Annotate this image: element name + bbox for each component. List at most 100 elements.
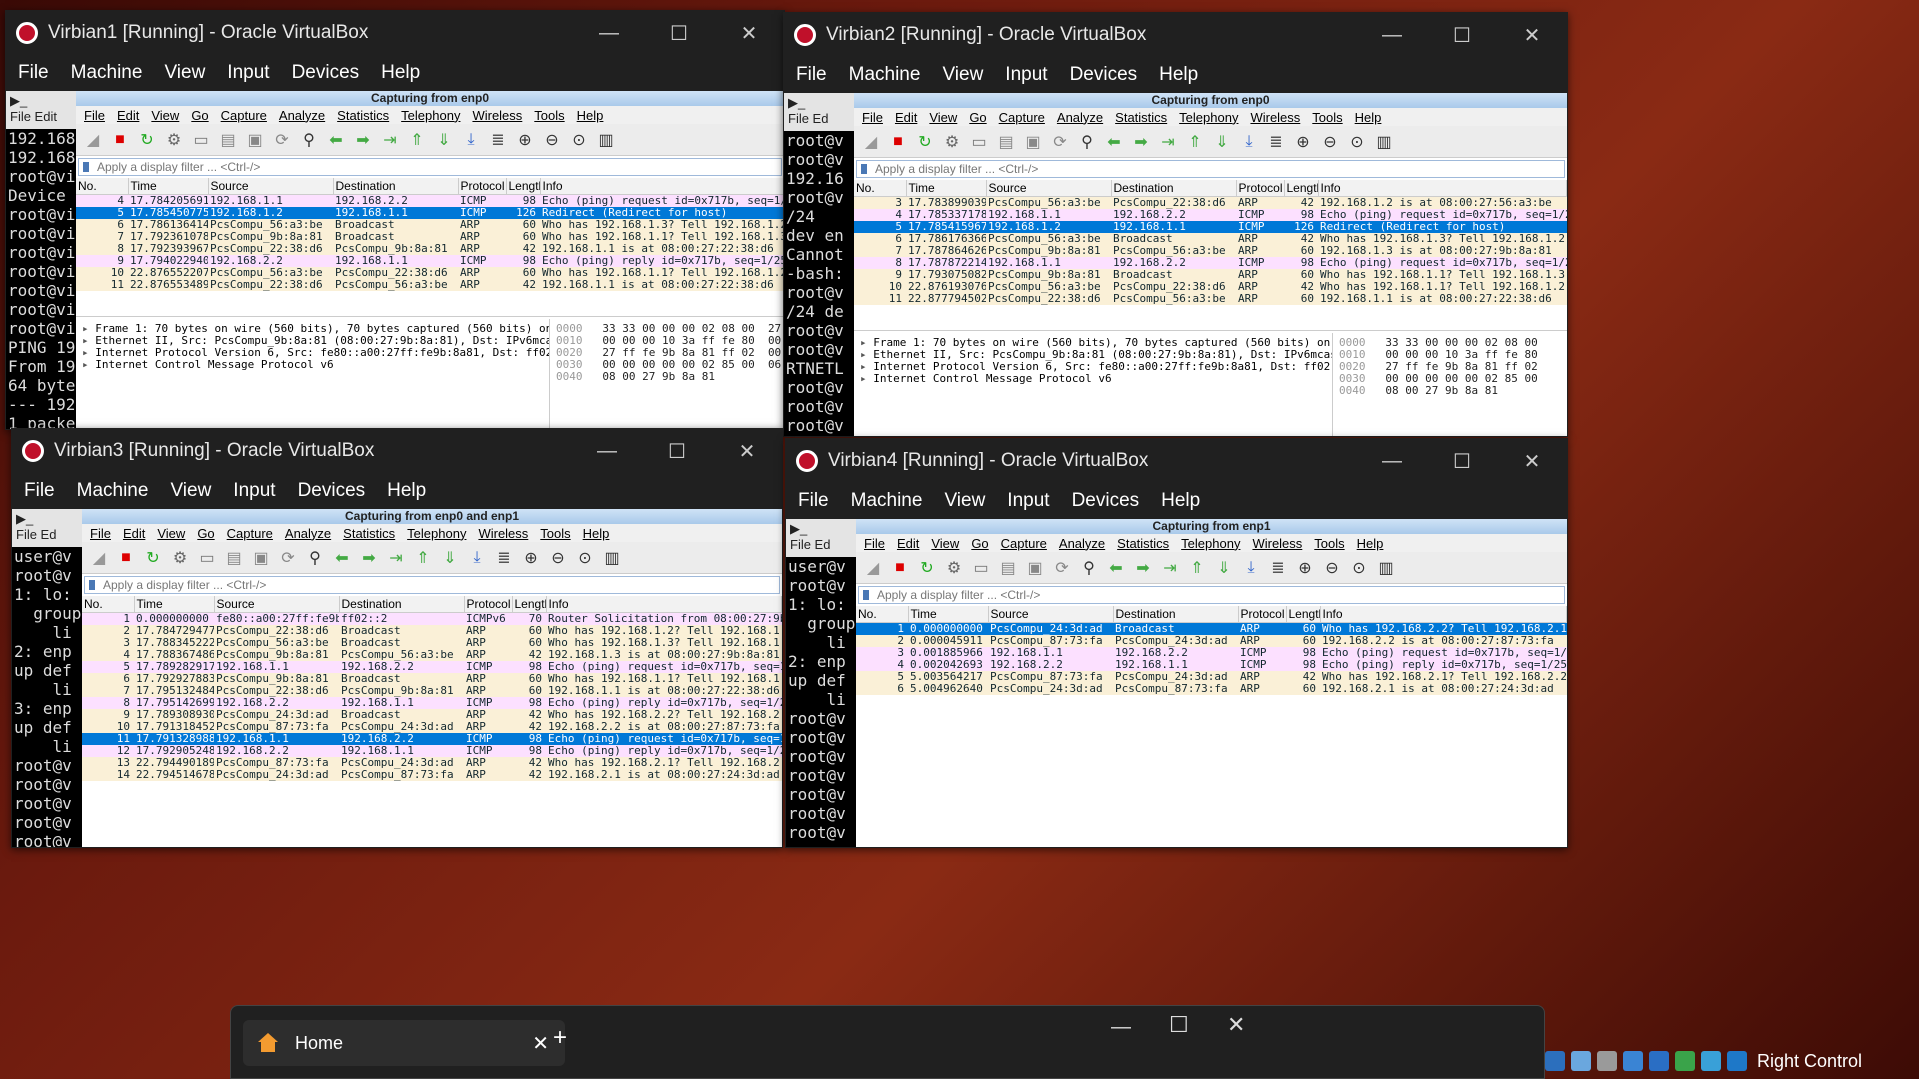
last-icon[interactable]: ⇓ xyxy=(1211,131,1233,153)
ws-menu-help[interactable]: Help xyxy=(577,108,604,123)
packet-row[interactable]: 6 17.786176366 PcsCompu_56:a3:be Broadcast A… xyxy=(854,232,1567,245)
menu-item-machine[interactable]: Machine xyxy=(77,480,149,502)
minimize-icon[interactable]: — xyxy=(572,429,642,473)
packet-row[interactable]: 2 0.000045911 PcsCompu_87:73:fa PcsCompu_24… xyxy=(856,634,1567,647)
resize-columns-icon[interactable]: ▥ xyxy=(1375,557,1397,579)
close-icon[interactable]: ✕ xyxy=(1227,1012,1245,1038)
ws-menu-go[interactable]: Go xyxy=(971,536,988,551)
minimize-icon[interactable]: — xyxy=(1357,439,1427,483)
shark-fin-icon[interactable]: ◢ xyxy=(862,557,884,579)
forward-icon[interactable]: ➡ xyxy=(1132,557,1154,579)
close-file-icon[interactable]: ▣ xyxy=(1022,131,1044,153)
colorize-icon[interactable]: ≣ xyxy=(487,129,509,151)
first-icon[interactable]: ⇑ xyxy=(1184,131,1206,153)
maximize-icon[interactable]: ☐ xyxy=(1427,13,1497,57)
find-icon[interactable]: ⚲ xyxy=(304,547,326,569)
column-header[interactable]: Time xyxy=(908,606,989,623)
ws-menu-capture[interactable]: Capture xyxy=(221,108,267,123)
goto-icon[interactable]: ⇥ xyxy=(1159,557,1181,579)
packet-row[interactable]: 12 17.792905248 192.168.2.2 192.168.1.1 ICMP… xyxy=(82,744,782,757)
menu-item-view[interactable]: View xyxy=(164,62,205,84)
display-filter-input[interactable]: Apply a display filter ... <Ctrl-/> xyxy=(858,586,1565,604)
packet-row[interactable]: 3 17.788345222 PcsCompu_56:a3:be Broadcast A… xyxy=(82,636,782,649)
reload-icon[interactable]: ⟳ xyxy=(1049,131,1071,153)
menu-item-view[interactable]: View xyxy=(944,490,985,512)
resize-columns-icon[interactable]: ▥ xyxy=(1373,131,1395,153)
ws-menu-view[interactable]: View xyxy=(931,536,959,551)
column-header[interactable]: Source xyxy=(208,178,334,195)
usb-icon[interactable] xyxy=(1571,1051,1591,1071)
ws-menu-telephony[interactable]: Telephony xyxy=(401,108,460,123)
packet-row[interactable]: 11 22.877794502 PcsCompu_22:38:d6 PcsCompu_… xyxy=(854,292,1567,305)
autoscroll-icon[interactable]: ⤓ xyxy=(1238,131,1260,153)
zoom-out-icon[interactable]: ⊖ xyxy=(1321,557,1343,579)
goto-icon[interactable]: ⇥ xyxy=(385,547,407,569)
ws-menu-tools[interactable]: Tools xyxy=(1314,536,1344,551)
column-header[interactable]: Protocol xyxy=(458,178,507,195)
column-header[interactable]: Length xyxy=(506,178,541,195)
menu-item-machine[interactable]: Machine xyxy=(71,62,143,84)
stop-icon[interactable]: ■ xyxy=(887,131,909,153)
packet-row[interactable]: 8 17.792393967 PcsCompu_22:38:d6 PcsCompu_9… xyxy=(76,242,784,255)
packet-row[interactable]: 6 17.786136414 PcsCompu_56:a3:be Broadcast A… xyxy=(76,218,784,231)
column-header[interactable]: Destination xyxy=(339,596,465,613)
ws-menu-statistics[interactable]: Statistics xyxy=(1115,110,1167,125)
ws-menu-edit[interactable]: Edit xyxy=(117,108,139,123)
options-icon[interactable]: ⚙ xyxy=(169,547,191,569)
packet-row[interactable]: 4 17.788367486 PcsCompu_9b:8a:81 PcsCompu_5… xyxy=(82,648,782,661)
packet-row[interactable]: 2 17.784729477 PcsCompu_22:38:d6 Broadcast A… xyxy=(82,624,782,637)
shark-fin-icon[interactable]: ◢ xyxy=(860,131,882,153)
ws-menu-analyze[interactable]: Analyze xyxy=(1059,536,1105,551)
open-icon[interactable]: ▭ xyxy=(968,131,990,153)
forward-icon[interactable]: ➡ xyxy=(1130,131,1152,153)
network-icon[interactable] xyxy=(1545,1051,1565,1071)
restart-icon[interactable]: ↻ xyxy=(914,131,936,153)
options-icon[interactable]: ⚙ xyxy=(943,557,965,579)
zoom-out-icon[interactable]: ⊖ xyxy=(1319,131,1341,153)
packet-row[interactable]: 10 17.791318452 PcsCompu_87:73:fa PcsCompu_… xyxy=(82,720,782,733)
tree-item[interactable]: Internet Control Message Protocol v6 xyxy=(860,373,1332,385)
maximize-icon[interactable]: ☐ xyxy=(1169,1012,1189,1038)
ws-menu-statistics[interactable]: Statistics xyxy=(343,526,395,541)
column-header[interactable]: Source xyxy=(214,596,340,613)
column-header[interactable]: Source xyxy=(988,606,1114,623)
packet-row[interactable]: 4 17.785337178 192.168.1.1 192.168.2.2 ICMP 9… xyxy=(854,208,1567,221)
menu-item-help[interactable]: Help xyxy=(387,480,426,502)
back-icon[interactable]: ⬅ xyxy=(1105,557,1127,579)
menu-item-devices[interactable]: Devices xyxy=(1072,490,1140,512)
column-header[interactable]: Info xyxy=(546,596,782,613)
menu-item-machine[interactable]: Machine xyxy=(849,64,921,86)
menu-item-input[interactable]: Input xyxy=(233,480,275,502)
packet-row[interactable]: 7 17.792361078 PcsCompu_9b:8a:81 Broadcast A… xyxy=(76,230,784,243)
restart-icon[interactable]: ↻ xyxy=(142,547,164,569)
ws-menu-help[interactable]: Help xyxy=(1357,536,1384,551)
packet-row[interactable]: 5 17.789282917 192.168.1.1 192.168.2.2 ICMP 9… xyxy=(82,660,782,673)
new-tab-button[interactable]: + xyxy=(553,1024,567,1052)
packet-row[interactable]: 14 22.794514678 PcsCompu_24:3d:ad PcsCompu_… xyxy=(82,768,782,781)
colorize-icon[interactable]: ≣ xyxy=(493,547,515,569)
shark-fin-icon[interactable]: ◢ xyxy=(82,129,104,151)
close-icon[interactable]: ✕ xyxy=(712,429,782,473)
back-icon[interactable]: ⬅ xyxy=(331,547,353,569)
zoom-reset-icon[interactable]: ⊙ xyxy=(1348,557,1370,579)
menu-item-help[interactable]: Help xyxy=(1159,64,1198,86)
menu-item-input[interactable]: Input xyxy=(1005,64,1047,86)
packet-row[interactable]: 10 22.876193076 PcsCompu_56:a3:be PcsCompu_… xyxy=(854,280,1567,293)
save-icon[interactable]: ▤ xyxy=(217,129,239,151)
column-header[interactable]: Destination xyxy=(1113,606,1239,623)
ws-menu-telephony[interactable]: Telephony xyxy=(1181,536,1240,551)
last-icon[interactable]: ⇓ xyxy=(439,547,461,569)
menu-item-devices[interactable]: Devices xyxy=(292,62,360,84)
screen-icon[interactable] xyxy=(1649,1051,1669,1071)
ws-menu-telephony[interactable]: Telephony xyxy=(407,526,466,541)
ws-menu-wireless[interactable]: Wireless xyxy=(1250,110,1300,125)
zoom-out-icon[interactable]: ⊖ xyxy=(547,547,569,569)
options-icon[interactable]: ⚙ xyxy=(941,131,963,153)
minimize-icon[interactable]: — xyxy=(574,11,644,55)
last-icon[interactable]: ⇓ xyxy=(433,129,455,151)
column-header[interactable]: Protocol xyxy=(464,596,513,613)
restart-icon[interactable]: ↻ xyxy=(136,129,158,151)
packet-row[interactable]: 3 17.783899039 PcsCompu_56:a3:be PcsCompu_2… xyxy=(854,196,1567,209)
ws-menu-analyze[interactable]: Analyze xyxy=(1057,110,1103,125)
packet-row[interactable]: 7 17.795132484 PcsCompu_22:38:d6 PcsCompu_9… xyxy=(82,684,782,697)
